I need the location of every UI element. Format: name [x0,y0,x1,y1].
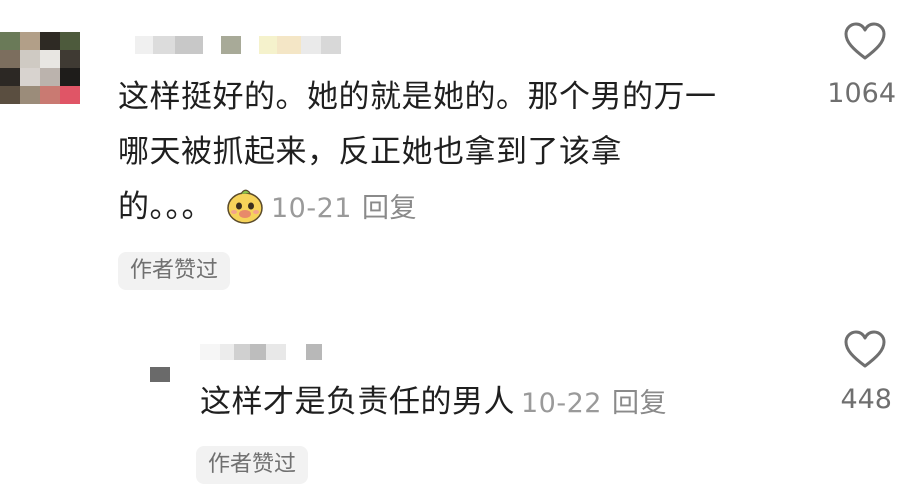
author-liked-badge: 作者赞过 [196,446,309,484]
reply-button[interactable]: 回复 [612,388,667,419]
author-liked-badge: 作者赞过 [118,252,231,290]
username-blurred[interactable] [135,36,341,54]
heart-outline-icon[interactable] [843,330,887,370]
avatar[interactable] [150,352,170,382]
comment-body: 这样挺好的。她的就是她的。那个男的万一 哪天被抓起来，反正她也拿到了该拿 的。。… [118,70,717,236]
comment-line: 的。。。 [118,189,213,225]
comment-line-with-meta: 的。。。 10-21 回复 [118,180,717,236]
comment-date: 10-21 [271,193,352,224]
comment-line: 哪天被抓起来，反正她也拿到了该拿 [118,134,622,170]
reply-line-with-meta: 这样才是负责任的男人 10-22 回复 [200,375,667,431]
reply-body: 这样才是负责任的男人 10-22 回复 [200,375,667,431]
avatar[interactable] [0,32,80,104]
reply-button[interactable]: 回复 [362,193,417,224]
smiling-face-sticker-icon [227,189,263,224]
reply-date: 10-22 [521,388,602,419]
heart-outline-icon[interactable] [843,22,887,62]
like-count: 1064 [827,78,896,109]
like-count: 448 [840,384,892,415]
username-blurred[interactable] [200,344,322,360]
reply-text: 这样才是负责任的男人 [200,384,515,420]
comment-line: 这样挺好的。她的就是她的。那个男的万一 [118,79,717,115]
